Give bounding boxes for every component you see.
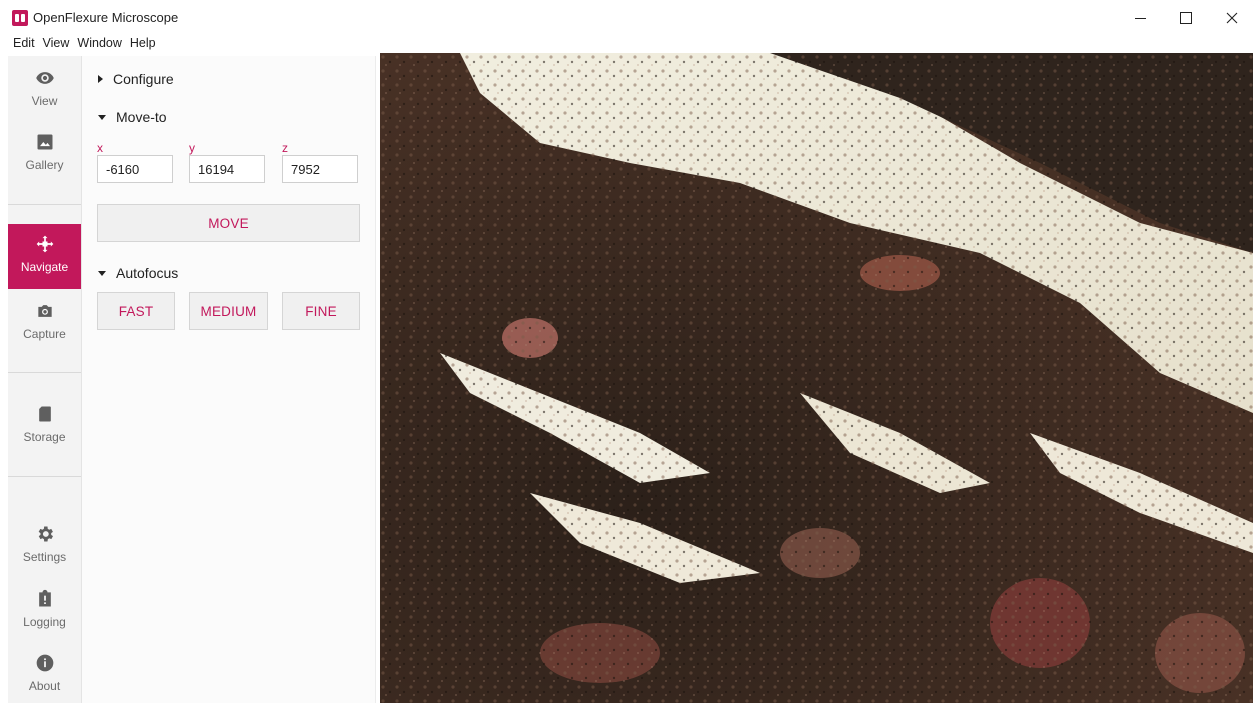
menu-bar: Edit View Window Help bbox=[0, 34, 164, 52]
nav-label-navigate: Navigate bbox=[20, 260, 69, 274]
sd-card-icon bbox=[8, 404, 81, 424]
z-axis-label: z bbox=[282, 141, 288, 155]
nav-label-settings: Settings bbox=[22, 550, 67, 564]
z-coordinate-input[interactable] bbox=[282, 155, 358, 183]
move-to-section-header[interactable]: Move-to bbox=[98, 109, 167, 125]
autofocus-fine-button[interactable]: FINE bbox=[282, 292, 360, 330]
eye-icon bbox=[8, 68, 81, 88]
nav-label-view: View bbox=[31, 94, 58, 108]
nav-item-view[interactable]: View bbox=[8, 68, 81, 118]
configure-section-header[interactable]: Configure bbox=[98, 71, 174, 87]
gear-icon bbox=[8, 524, 81, 544]
nav-divider bbox=[8, 204, 81, 205]
clipboard-alert-icon bbox=[8, 589, 81, 609]
move-to-title: Move-to bbox=[116, 109, 167, 125]
window-title: OpenFlexure Microscope bbox=[33, 10, 179, 25]
nav-label-capture: Capture bbox=[23, 327, 66, 341]
autofocus-medium-button[interactable]: MEDIUM bbox=[189, 292, 268, 330]
nav-item-navigate[interactable]: Navigate bbox=[8, 224, 81, 289]
minimize-button[interactable] bbox=[1117, 4, 1163, 32]
caret-right-icon bbox=[98, 75, 103, 83]
nav-label-storage: Storage bbox=[23, 430, 66, 444]
nav-item-storage[interactable]: Storage bbox=[8, 404, 81, 454]
info-icon bbox=[8, 653, 81, 673]
maximize-icon bbox=[1180, 12, 1192, 24]
app-logo-icon bbox=[12, 10, 28, 26]
title-bar: OpenFlexure Microscope bbox=[0, 0, 1253, 33]
minimize-icon bbox=[1134, 17, 1146, 19]
nav-label-gallery: Gallery bbox=[25, 158, 64, 172]
menu-view[interactable]: View bbox=[43, 34, 70, 52]
caret-down-icon bbox=[98, 114, 106, 120]
nav-item-capture[interactable]: Capture bbox=[8, 301, 81, 351]
navigation-rail: View Gallery Navigate Capture Storage Se… bbox=[8, 56, 82, 703]
caret-down-icon bbox=[98, 270, 106, 276]
gallery-icon bbox=[8, 132, 81, 152]
microscope-image bbox=[380, 53, 1253, 703]
nav-item-about[interactable]: About bbox=[8, 653, 81, 703]
configure-title: Configure bbox=[113, 71, 174, 87]
navigate-panel: Configure Move-to x y z MOVE Autofocus F… bbox=[82, 56, 376, 703]
move-arrows-icon bbox=[8, 234, 81, 254]
close-icon bbox=[1226, 12, 1238, 24]
nav-item-settings[interactable]: Settings bbox=[8, 524, 81, 574]
close-button[interactable] bbox=[1209, 4, 1253, 32]
nav-item-gallery[interactable]: Gallery bbox=[8, 132, 81, 182]
nav-divider bbox=[8, 476, 81, 477]
menu-window[interactable]: Window bbox=[77, 34, 121, 52]
microscope-live-view[interactable] bbox=[380, 53, 1253, 703]
y-coordinate-input[interactable] bbox=[189, 155, 265, 183]
x-coordinate-input[interactable] bbox=[97, 155, 173, 183]
move-button[interactable]: MOVE bbox=[97, 204, 360, 242]
autofocus-fast-button[interactable]: FAST bbox=[97, 292, 175, 330]
menu-edit[interactable]: Edit bbox=[13, 34, 35, 52]
autofocus-title: Autofocus bbox=[116, 265, 179, 281]
y-axis-label: y bbox=[189, 141, 195, 155]
nav-item-logging[interactable]: Logging bbox=[8, 589, 81, 639]
nav-label-about: About bbox=[28, 679, 61, 693]
maximize-button[interactable] bbox=[1163, 4, 1209, 32]
nav-label-logging: Logging bbox=[23, 615, 66, 629]
nav-divider bbox=[8, 372, 81, 373]
camera-icon bbox=[8, 301, 81, 321]
x-axis-label: x bbox=[97, 141, 103, 155]
menu-help[interactable]: Help bbox=[130, 34, 156, 52]
autofocus-section-header[interactable]: Autofocus bbox=[98, 265, 178, 281]
